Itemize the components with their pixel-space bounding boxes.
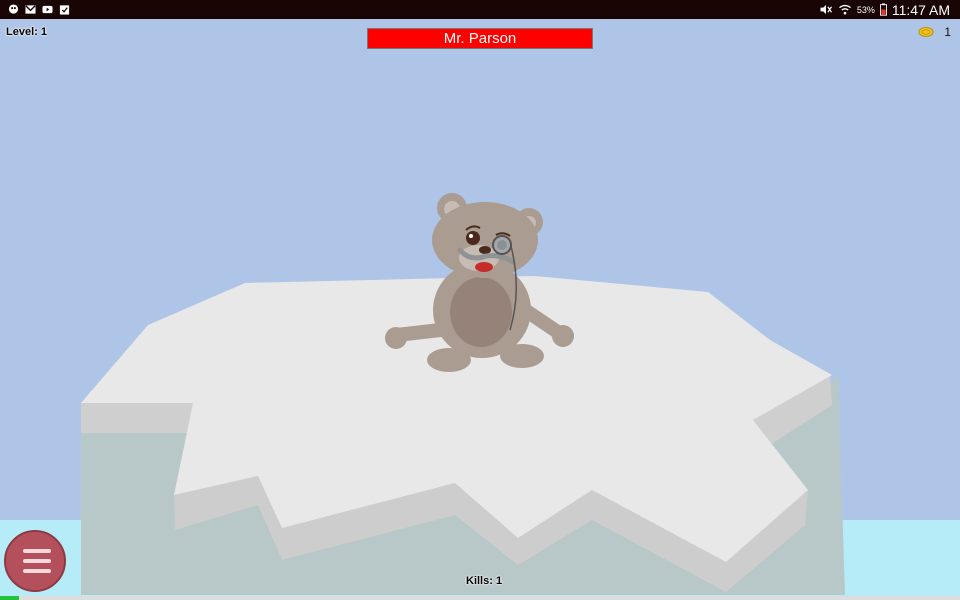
youtube-icon — [42, 5, 53, 14]
progress-bar — [0, 596, 960, 600]
menu-button[interactable] — [4, 530, 66, 592]
hangouts-icon — [8, 4, 19, 14]
gmail-icon — [25, 5, 36, 14]
battery-icon — [879, 3, 887, 16]
game-scene — [0, 19, 960, 600]
boss-health-bar: Mr. Parson — [367, 28, 593, 49]
coin-counter: 1 — [918, 25, 951, 39]
battery-percent: 53% — [856, 4, 875, 15]
wifi-icon — [838, 4, 851, 15]
coin-icon — [918, 27, 934, 37]
coin-count: 1 — [944, 25, 951, 39]
status-bar: 53% 11:47 AM — [0, 0, 960, 19]
boss-name: Mr. Parson — [443, 30, 517, 47]
clipboard-icon — [59, 5, 70, 15]
progress-fill — [0, 596, 20, 600]
clock: 11:47 AM — [891, 1, 950, 18]
hamburger-icon — [23, 549, 51, 579]
kills-counter: Kills: 1 — [466, 575, 503, 587]
level-label: Level: 1 — [6, 26, 47, 38]
mute-icon — [820, 4, 832, 15]
